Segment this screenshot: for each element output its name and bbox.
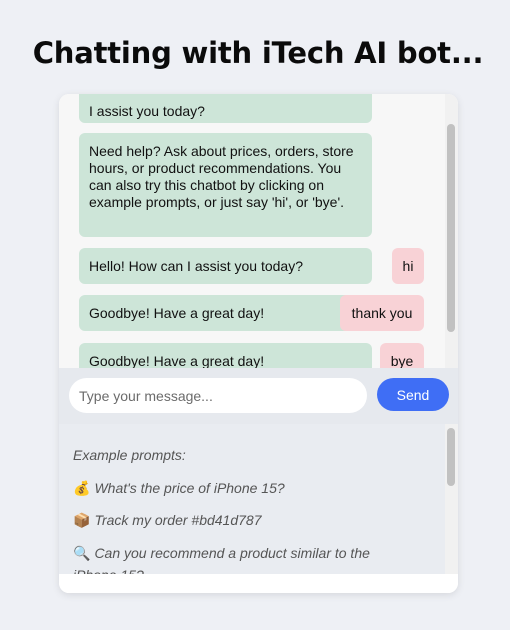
bot-message: Need help? Ask about prices, orders, sto… xyxy=(79,133,372,237)
money-bag-icon: 💰 xyxy=(73,480,91,496)
example-prompt-order[interactable]: 📦 Track my order #bd41d787 xyxy=(73,509,403,531)
messages-scrollbar[interactable] xyxy=(445,94,458,368)
example-prompt-recommend[interactable]: 🔍 Can you recommend a product similar to … xyxy=(73,542,403,574)
chat-card: . I assist you today? Need help? Ask abo… xyxy=(59,94,458,593)
bot-message: Goodbye! Have a great day! xyxy=(79,295,372,331)
bot-message-text: Goodbye! Have a great day! xyxy=(89,353,265,368)
bot-message-text: Need help? Ask about prices, orders, sto… xyxy=(89,143,354,210)
user-message-text: hi xyxy=(402,258,414,274)
bot-message: . I assist you today? xyxy=(79,94,372,123)
magnifier-icon: 🔍 xyxy=(73,545,91,561)
messages-area[interactable]: . I assist you today? Need help? Ask abo… xyxy=(59,94,445,368)
bot-message: Goodbye! Have a great day! xyxy=(79,343,372,368)
composer-bar: Send xyxy=(59,368,458,424)
package-icon: 📦 xyxy=(73,512,91,528)
prompts-scrollbar-thumb[interactable] xyxy=(447,428,455,486)
bot-message-text: Goodbye! Have a great day! xyxy=(89,305,265,321)
messages-scrollbar-thumb[interactable] xyxy=(447,124,455,332)
example-prompt-price[interactable]: 💰 What's the price of iPhone 15? xyxy=(73,477,403,499)
bot-message: Hello! How can I assist you today? xyxy=(79,248,372,284)
bot-message-text: I assist you today? xyxy=(89,103,205,119)
example-prompt-text: Can you recommend a product similar to t… xyxy=(73,545,370,574)
prompts-scrollbar[interactable] xyxy=(445,424,458,574)
bot-message-text: Hello! How can I assist you today? xyxy=(89,258,303,274)
example-prompts-title: Example prompts: xyxy=(73,447,186,463)
user-message: hi xyxy=(392,248,424,284)
send-button[interactable]: Send xyxy=(377,378,449,411)
user-message-text: thank you xyxy=(351,305,413,321)
user-message-text: bye xyxy=(390,353,414,368)
page-title: Chatting with iTech AI bot... xyxy=(32,36,484,70)
card-footer xyxy=(59,574,458,593)
user-message: thank you xyxy=(340,295,424,331)
user-message: bye xyxy=(380,343,424,368)
message-input[interactable] xyxy=(69,378,367,413)
example-prompt-text: What's the price of iPhone 15? xyxy=(94,480,285,496)
example-prompt-text: Track my order #bd41d787 xyxy=(94,512,262,528)
example-prompts-panel[interactable]: Example prompts: 💰 What's the price of iP… xyxy=(59,424,445,574)
